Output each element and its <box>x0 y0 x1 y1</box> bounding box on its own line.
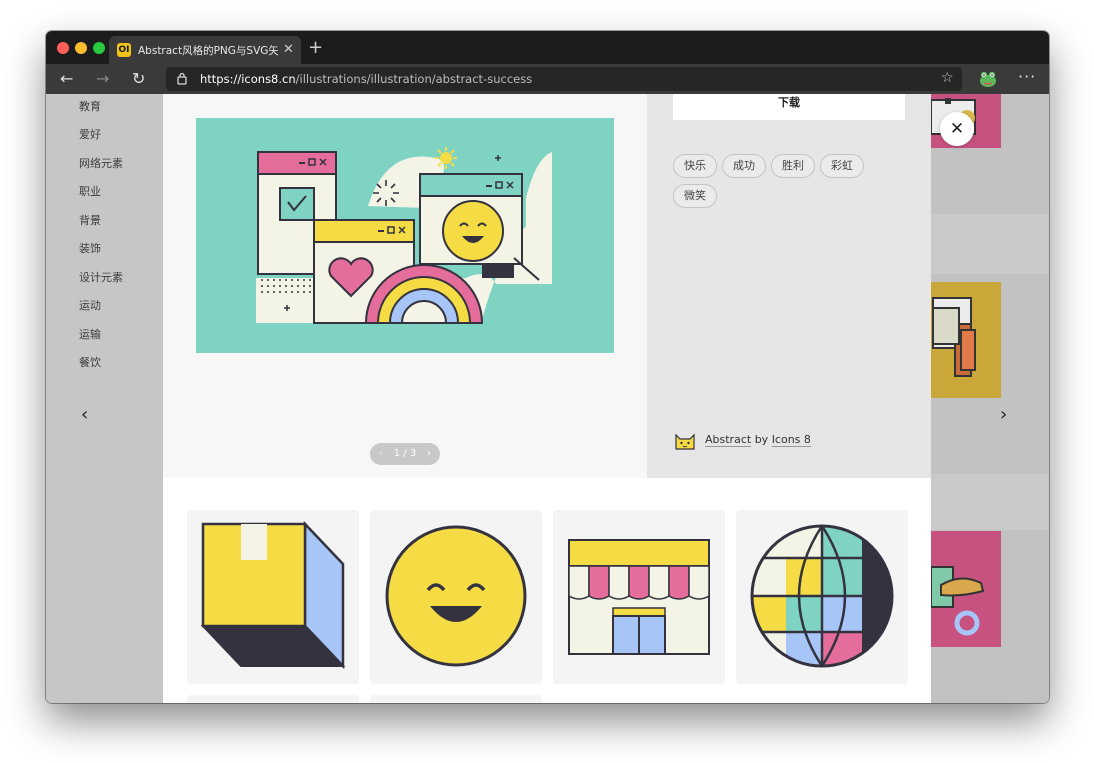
frog-extension-icon[interactable] <box>978 69 998 89</box>
download-button[interactable]: 下载 <box>673 94 905 120</box>
new-tab-icon[interactable]: + <box>308 37 323 58</box>
sidebar-item-decoration[interactable]: 装饰 <box>79 240 101 256</box>
box-illustration <box>200 520 346 670</box>
related-thumbnail-shop[interactable] <box>553 510 725 684</box>
url-host: https://icons8.cn <box>200 72 296 86</box>
sidebar-item-career[interactable]: 职业 <box>79 183 101 199</box>
sidebar-item-hobby[interactable]: 爱好 <box>79 126 101 142</box>
tag-victory[interactable]: 胜利 <box>771 154 815 178</box>
pager-label: 1 / 3 <box>393 448 417 459</box>
address-bar[interactable]: https://icons8.cn/illustrations/illustra… <box>166 67 962 91</box>
url-text: https://icons8.cn/illustrations/illustra… <box>200 72 532 86</box>
image-pager[interactable]: ‹ 1 / 3 › <box>370 443 440 465</box>
more-menu-icon[interactable]: ··· <box>1018 67 1036 86</box>
sidebar-item-food[interactable]: 餐饮 <box>79 354 101 370</box>
storefront-illustration <box>568 539 710 655</box>
forward-arrow-icon[interactable]: → <box>96 69 109 88</box>
close-icon[interactable]: ✕ <box>940 112 974 146</box>
author-name-link[interactable]: Icons 8 <box>771 433 811 447</box>
url-path: /illustrations/illustration/abstract-suc… <box>295 72 533 86</box>
tab-close-icon[interactable]: ✕ <box>283 42 294 57</box>
background-card <box>931 474 1049 530</box>
zoom-window-button[interactable] <box>93 42 105 54</box>
sidebar-item-transport[interactable]: 运输 <box>79 326 101 342</box>
close-window-button[interactable] <box>57 42 69 54</box>
tab-title: Abstract风格的PNG与SVG矢量 <box>138 45 278 57</box>
author-by: by <box>754 433 769 446</box>
chevron-right-icon[interactable]: › <box>1000 404 1007 425</box>
illustration-modal: ‹ 1 / 3 › 下载 快乐 成功 胜利 彩虹 微笑 Abstract by … <box>163 94 931 703</box>
globe-illustration <box>750 524 894 668</box>
back-arrow-icon[interactable]: ← <box>60 69 73 88</box>
sidebar-item-web-elements[interactable]: 网络元素 <box>79 155 123 171</box>
reload-icon[interactable]: ↻ <box>132 69 145 88</box>
category-sidebar: 教育 爱好 网络元素 职业 背景 装饰 设计元素 运动 运输 餐饮 <box>46 94 163 703</box>
background-thumbnail[interactable] <box>931 282 1001 398</box>
browser-toolbar: ← → ↻ https://icons8.cn/illustrations/il… <box>46 64 1049 94</box>
bookmark-star-icon[interactable]: ☆ <box>941 70 954 86</box>
tag-success[interactable]: 成功 <box>722 154 766 178</box>
tag-smile[interactable]: 微笑 <box>673 184 717 208</box>
tag-happy[interactable]: 快乐 <box>673 154 717 178</box>
browser-tab[interactable]: OI Abstract风格的PNG与SVG矢量 ✕ <box>109 36 301 64</box>
site-favicon-icon: OI <box>117 43 131 57</box>
illustration-info-panel: 下载 快乐 成功 胜利 彩虹 微笑 Abstract by Icons 8 <box>647 94 931 478</box>
title-bar: OI Abstract风格的PNG与SVG矢量 ✕ + <box>46 31 1049 64</box>
illustration-viewer: ‹ 1 / 3 › <box>163 94 647 478</box>
related-thumbnail-smile[interactable] <box>370 510 542 684</box>
sidebar-item-design-elements[interactable]: 设计元素 <box>79 269 123 285</box>
sidebar-item-background[interactable]: 背景 <box>79 212 101 228</box>
author-cat-icon <box>675 433 695 450</box>
minimize-window-button[interactable] <box>75 42 87 54</box>
chevron-left-icon[interactable]: ‹ <box>81 404 88 425</box>
page-content: 教育 爱好 网络元素 职业 背景 装饰 设计元素 运动 运输 餐饮 ‹ › ‹ … <box>46 94 1049 703</box>
related-thumbnail-box[interactable] <box>187 510 359 684</box>
author-credit: Abstract by Icons 8 <box>705 433 811 447</box>
tag-rainbow[interactable]: 彩虹 <box>820 154 864 178</box>
background-thumbnail[interactable] <box>931 531 1001 647</box>
background-gallery <box>931 94 1049 703</box>
pager-next-icon[interactable]: › <box>427 443 431 465</box>
sidebar-item-sports[interactable]: 运动 <box>79 297 101 313</box>
author-style-link[interactable]: Abstract <box>705 433 752 447</box>
pager-prev-icon[interactable]: ‹ <box>379 443 383 465</box>
illustration-preview <box>196 118 614 353</box>
lock-icon <box>177 72 187 85</box>
smiley-face-illustration <box>385 525 527 667</box>
related-thumbnail-partial[interactable] <box>187 695 359 703</box>
browser-window: OI Abstract风格的PNG与SVG矢量 ✕ + ← → ↻ https:… <box>46 31 1049 703</box>
sidebar-item-education[interactable]: 教育 <box>79 98 101 114</box>
background-card <box>931 214 1049 274</box>
related-thumbnail-globe[interactable] <box>736 510 908 684</box>
related-thumbnail-partial[interactable] <box>370 695 542 703</box>
